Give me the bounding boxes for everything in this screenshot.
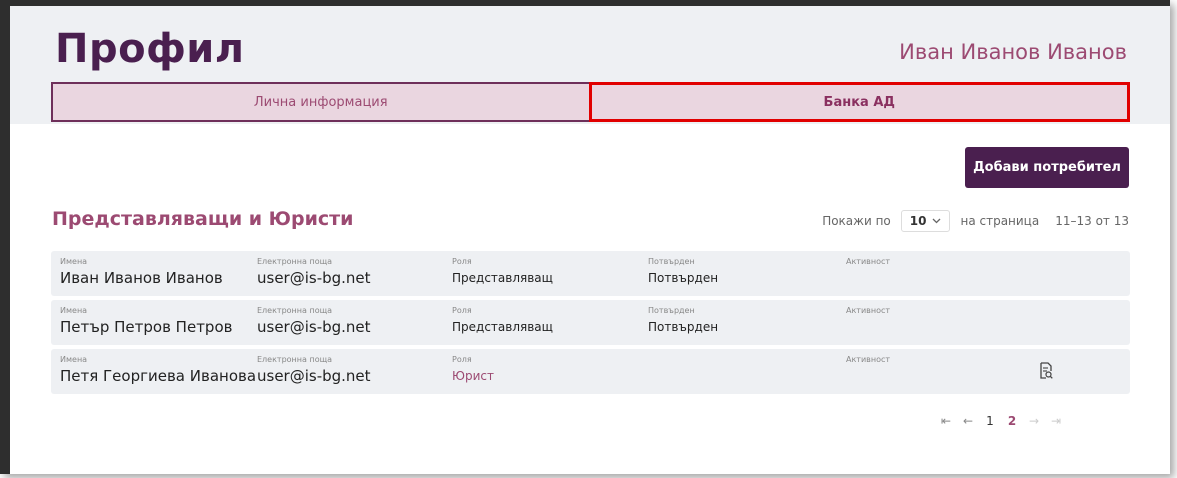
column-label-email: Електронна поща <box>257 306 333 315</box>
page-range: 11–13 от 13 <box>1055 214 1129 228</box>
cell-name: Иван Иванов Иванов <box>60 269 223 287</box>
next-page-button[interactable]: → <box>1023 414 1045 428</box>
add-user-button[interactable]: Добави потребител <box>965 147 1129 188</box>
tab-label: Банка АД <box>823 94 895 110</box>
table-row: Имена Петя Георгиева Иванова Електронна п… <box>51 349 1130 394</box>
column-label-confirmed: Потвърден <box>648 257 695 266</box>
cell-confirmed: Потвърден <box>648 271 719 285</box>
last-page-button[interactable]: ⇥ <box>1045 414 1067 428</box>
table-row: Имена Иван Иванов Иванов Електронна поща u… <box>51 251 1130 296</box>
column-label-name: Имена <box>60 355 88 364</box>
document-search-icon[interactable] <box>1039 362 1053 380</box>
cell-role: Представляващ <box>452 271 553 285</box>
column-label-role: Роля <box>452 306 472 315</box>
first-page-button[interactable]: ⇤ <box>935 414 957 428</box>
table-row: Имена Петър Петров Петров Електронна поща… <box>51 300 1130 345</box>
prev-page-button[interactable]: ← <box>957 414 979 428</box>
cell-email: user@is-bg.net <box>257 269 371 287</box>
column-label-activity: Активност <box>846 355 891 364</box>
column-label-role: Роля <box>452 355 472 364</box>
column-label-confirmed: Потвърден <box>648 306 695 315</box>
tab-label: Лична информация <box>253 94 388 110</box>
column-label-email: Електронна поща <box>257 355 333 364</box>
cell-name: Петя Георгиева Иванова <box>60 367 257 385</box>
column-label-email: Електронна поща <box>257 257 333 266</box>
tabs: Лична информация Банка АД <box>51 82 1130 122</box>
users-table: Имена Иван Иванов Иванов Електронна поща u… <box>51 251 1130 398</box>
column-label-role: Роля <box>452 257 472 266</box>
page-size-suffix: на страница <box>960 214 1040 228</box>
cell-confirmed: Потвърден <box>648 320 719 334</box>
cell-role: Юрист <box>452 369 494 383</box>
chevron-down-icon <box>933 218 941 224</box>
column-label-name: Имена <box>60 257 88 266</box>
page-size-value: 10 <box>909 214 927 228</box>
pagination: ⇤ ← 1 2 → ⇥ <box>935 414 1067 428</box>
page-size-select[interactable]: 10 <box>900 210 951 232</box>
cell-name: Петър Петров Петров <box>60 318 233 336</box>
column-label-activity: Активност <box>846 257 891 266</box>
cell-email: user@is-bg.net <box>257 318 371 336</box>
page-size-control: Покажи по 10 на страница 11–13 от 13 <box>822 210 1129 232</box>
page-button-1[interactable]: 1 <box>979 414 1001 428</box>
cell-email: user@is-bg.net <box>257 367 371 385</box>
page-title: Профил <box>55 26 245 72</box>
page-button-2[interactable]: 2 <box>1001 414 1023 428</box>
column-label-name: Имена <box>60 306 88 315</box>
cell-role: Представляващ <box>452 320 553 334</box>
user-name[interactable]: Иван Иванов Иванов <box>899 40 1127 64</box>
section-title: Представляващи и Юристи <box>52 208 354 230</box>
page-size-prefix: Покажи по <box>822 214 891 228</box>
tab-bank[interactable]: Банка АД <box>588 82 1130 122</box>
column-label-activity: Активност <box>846 306 891 315</box>
tab-personal-info[interactable]: Лична информация <box>51 82 589 122</box>
